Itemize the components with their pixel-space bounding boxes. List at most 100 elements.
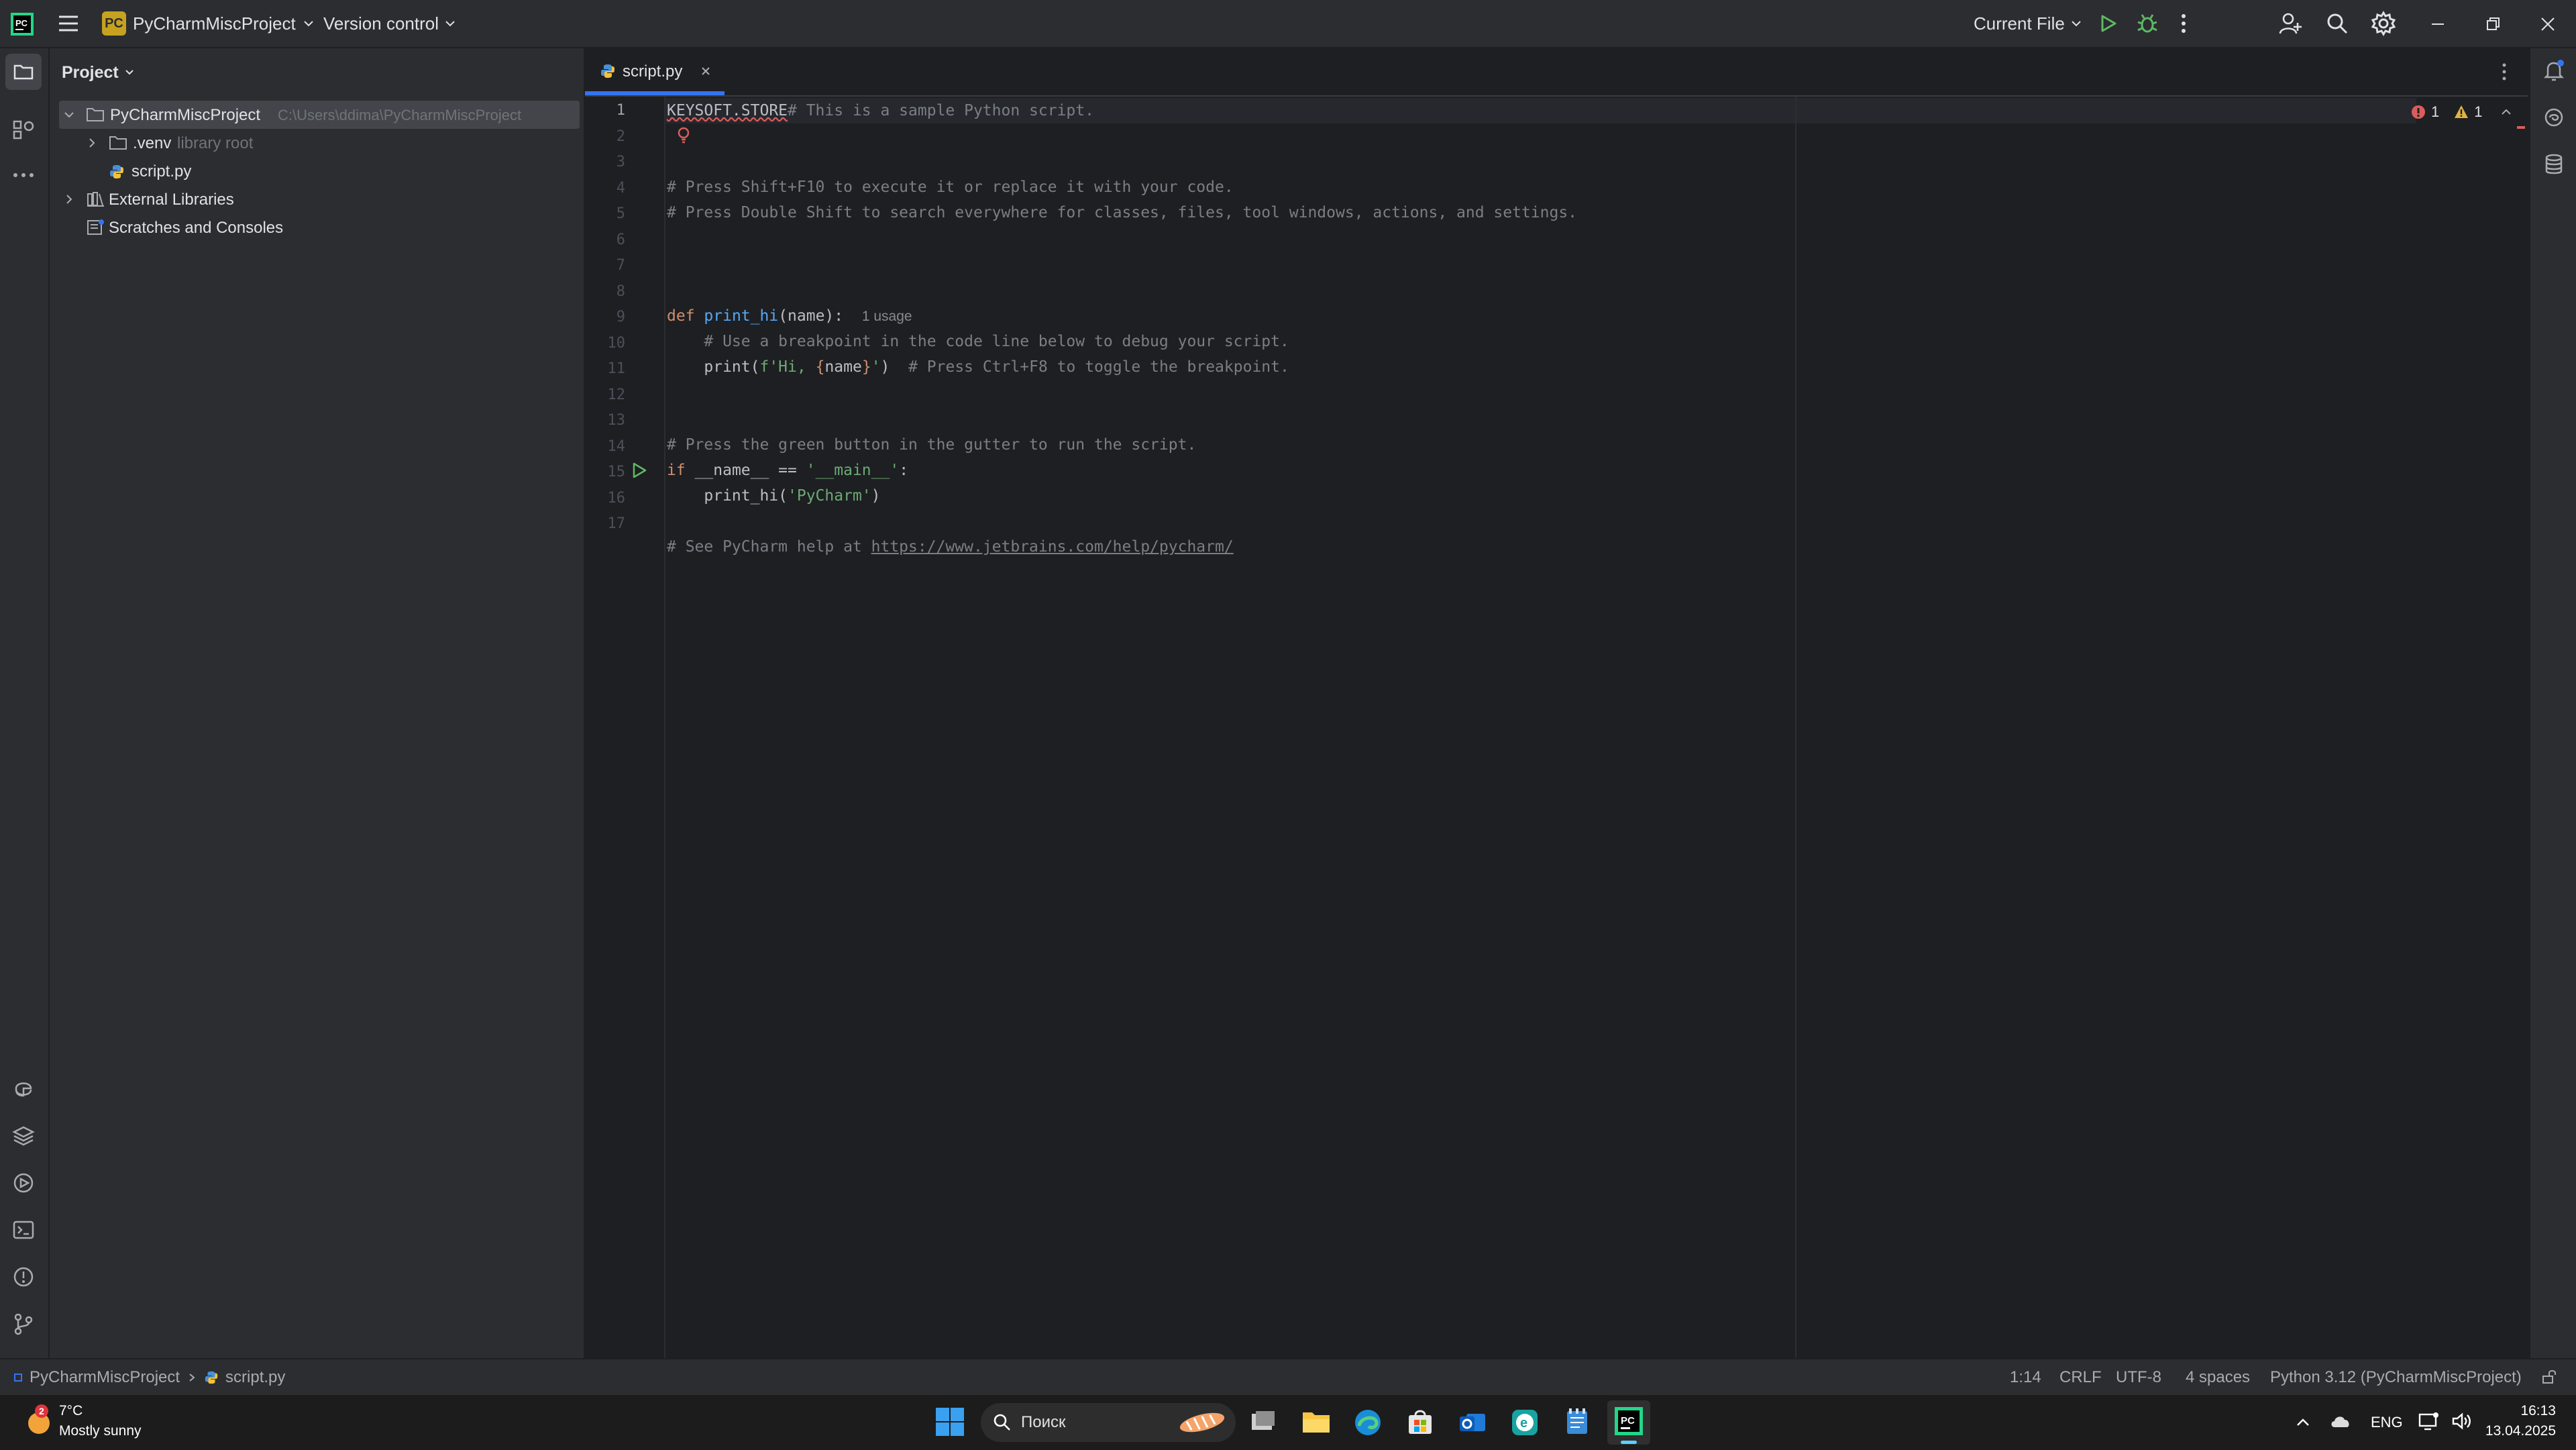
line-number[interactable]: 12 <box>585 386 626 403</box>
line-number[interactable]: 6 <box>585 231 625 248</box>
restore-icon[interactable] <box>2485 16 2501 32</box>
database-icon[interactable] <box>2542 153 2565 176</box>
inspections-widget[interactable]: 1 1 <box>2411 101 2543 123</box>
line-number[interactable]: 3 <box>585 154 625 170</box>
vcs-widget[interactable]: Version control <box>323 9 456 38</box>
python-packages-icon[interactable] <box>12 1125 35 1147</box>
code-line-12[interactable]: # Press the green button in the gutter t… <box>667 432 1196 458</box>
chevron-right-icon[interactable] <box>86 137 98 149</box>
structure-icon[interactable] <box>12 118 35 141</box>
edu-app-icon[interactable]: e <box>1511 1408 1539 1437</box>
chevron-up-icon[interactable] <box>2500 106 2512 118</box>
onedrive-cloud-icon[interactable] <box>2329 1412 2352 1430</box>
pycharm-logo-icon[interactable]: PC <box>11 13 34 36</box>
chevron-up-icon[interactable] <box>2294 1414 2312 1431</box>
terminal-icon[interactable] <box>12 1219 35 1241</box>
pycharm-taskbar-button[interactable]: PC <box>1607 1400 1650 1445</box>
line-number[interactable]: 10 <box>585 335 626 352</box>
file-explorer-icon[interactable] <box>1301 1408 1331 1437</box>
problems-icon[interactable] <box>12 1265 35 1288</box>
line-separator[interactable]: CRLF <box>2059 1368 2102 1387</box>
services-icon[interactable] <box>12 1172 35 1194</box>
line-number[interactable]: 1 <box>585 102 625 119</box>
add-user-icon[interactable] <box>2278 11 2302 36</box>
weather-widget[interactable]: 2 <box>21 1404 56 1439</box>
code-line-13[interactable]: if __name__ == '__main__': <box>667 458 908 483</box>
indent-settings[interactable]: 4 spaces <box>2186 1368 2250 1387</box>
line-number[interactable]: 7 <box>585 257 625 274</box>
code-line-4[interactable]: # Press Double Shift to search everywher… <box>667 200 1577 225</box>
intention-bulb-icon[interactable] <box>676 126 691 145</box>
microsoft-store-icon[interactable] <box>1406 1408 1434 1437</box>
code-line-14[interactable]: print_hi('PyCharm') <box>667 483 880 509</box>
tab-options-icon[interactable] <box>2500 62 2509 82</box>
input-language[interactable]: ENG <box>2371 1414 2403 1431</box>
help-link[interactable]: https://www.jetbrains.com/help/pycharm/ <box>871 538 1234 556</box>
close-window-icon[interactable] <box>2540 16 2556 32</box>
tree-item-venv[interactable]: .venv library root <box>50 129 584 157</box>
code-line-16[interactable]: # See PyCharm help at https://www.jetbra… <box>667 534 1234 560</box>
error-stripe-mark[interactable] <box>2517 126 2525 129</box>
line-number[interactable]: 17 <box>585 515 626 532</box>
line-number[interactable]: 15 <box>585 464 626 480</box>
taskbar-search[interactable]: Поиск <box>981 1403 1236 1442</box>
lock-icon[interactable] <box>2541 1369 2557 1385</box>
notifications-icon[interactable] <box>2542 59 2565 82</box>
close-tab-icon[interactable] <box>699 64 712 78</box>
main-menu-icon[interactable] <box>58 13 79 34</box>
clock-time[interactable]: 16:13 <box>2491 1403 2556 1419</box>
python-console-icon[interactable] <box>12 1078 35 1100</box>
breadcrumb-file[interactable]: script.py <box>225 1368 285 1387</box>
line-number[interactable]: 13 <box>585 412 626 429</box>
code-comment: # Use a breakpoint in the code line belo… <box>704 333 1289 350</box>
tree-item-external-libraries[interactable]: External Libraries <box>50 185 584 213</box>
clock-date[interactable]: 13.04.2025 <box>2482 1423 2556 1439</box>
caret-position[interactable]: 1:14 <box>2010 1368 2041 1387</box>
line-number[interactable]: 11 <box>585 360 626 377</box>
outlook-icon[interactable] <box>1458 1408 1487 1437</box>
ai-assistant-icon[interactable] <box>2542 106 2565 129</box>
breadcrumb-project[interactable]: PyCharmMiscProject <box>30 1368 180 1387</box>
code-line-7[interactable]: def print_hi(name): 1 usage <box>667 303 912 329</box>
git-branch-icon[interactable] <box>12 1312 35 1335</box>
network-icon[interactable] <box>2418 1411 2439 1431</box>
chevron-right-icon[interactable] <box>63 193 75 205</box>
volume-icon[interactable] <box>2451 1411 2473 1431</box>
code-comment: # This is a sample Python script. <box>788 102 1094 119</box>
edge-browser-icon[interactable] <box>1354 1408 1382 1437</box>
usage-hint[interactable]: 1 usage <box>862 309 912 324</box>
search-icon[interactable] <box>2325 11 2349 36</box>
tree-item-script[interactable]: script.py <box>50 157 584 185</box>
notepad-icon[interactable] <box>1563 1407 1591 1437</box>
code-line-1[interactable]: KEYSOFT.STORE# This is a sample Python s… <box>667 98 1094 123</box>
python-interpreter[interactable]: Python 3.12 (PyCharmMiscProject) <box>2270 1368 2522 1387</box>
tree-item-scratches[interactable]: Scratches and Consoles <box>50 213 584 242</box>
line-number[interactable]: 9 <box>585 309 625 325</box>
settings-gear-icon[interactable] <box>2371 11 2396 36</box>
chevron-down-icon[interactable] <box>63 109 75 121</box>
run-config-selector[interactable]: Current File <box>1974 9 2082 38</box>
debug-icon[interactable] <box>2136 12 2159 35</box>
more-tools-icon[interactable] <box>12 164 35 187</box>
line-number[interactable]: 16 <box>585 490 626 507</box>
code-line-9[interactable]: print(f'Hi, {name}') # Press Ctrl+F8 to … <box>667 354 1289 380</box>
project-tool-button[interactable] <box>5 54 42 90</box>
run-gutter-icon[interactable] <box>631 462 648 479</box>
line-number[interactable]: 2 <box>585 128 625 145</box>
code-line-8[interactable]: # Use a breakpoint in the code line belo… <box>667 329 1289 354</box>
minimize-icon[interactable] <box>2430 16 2446 32</box>
line-number[interactable]: 14 <box>585 438 626 455</box>
more-actions-icon[interactable] <box>2179 12 2188 35</box>
tab-script-py[interactable]: script.py <box>585 48 724 95</box>
task-view-icon[interactable] <box>1249 1408 1277 1437</box>
line-number[interactable]: 5 <box>585 205 625 222</box>
line-number[interactable]: 4 <box>585 180 625 197</box>
file-encoding[interactable]: UTF-8 <box>2116 1368 2161 1387</box>
project-view-selector[interactable]: Project <box>62 59 135 86</box>
project-widget[interactable]: PC PyCharmMiscProject <box>102 9 315 38</box>
run-icon[interactable] <box>2097 13 2118 34</box>
code-line-3[interactable]: # Press Shift+F10 to execute it or repla… <box>667 174 1234 200</box>
windows-start-icon[interactable] <box>935 1407 965 1437</box>
line-number[interactable]: 8 <box>585 283 625 300</box>
tree-item-root[interactable]: PyCharmMiscProject C:\Users\ddima\PyChar… <box>50 101 584 129</box>
